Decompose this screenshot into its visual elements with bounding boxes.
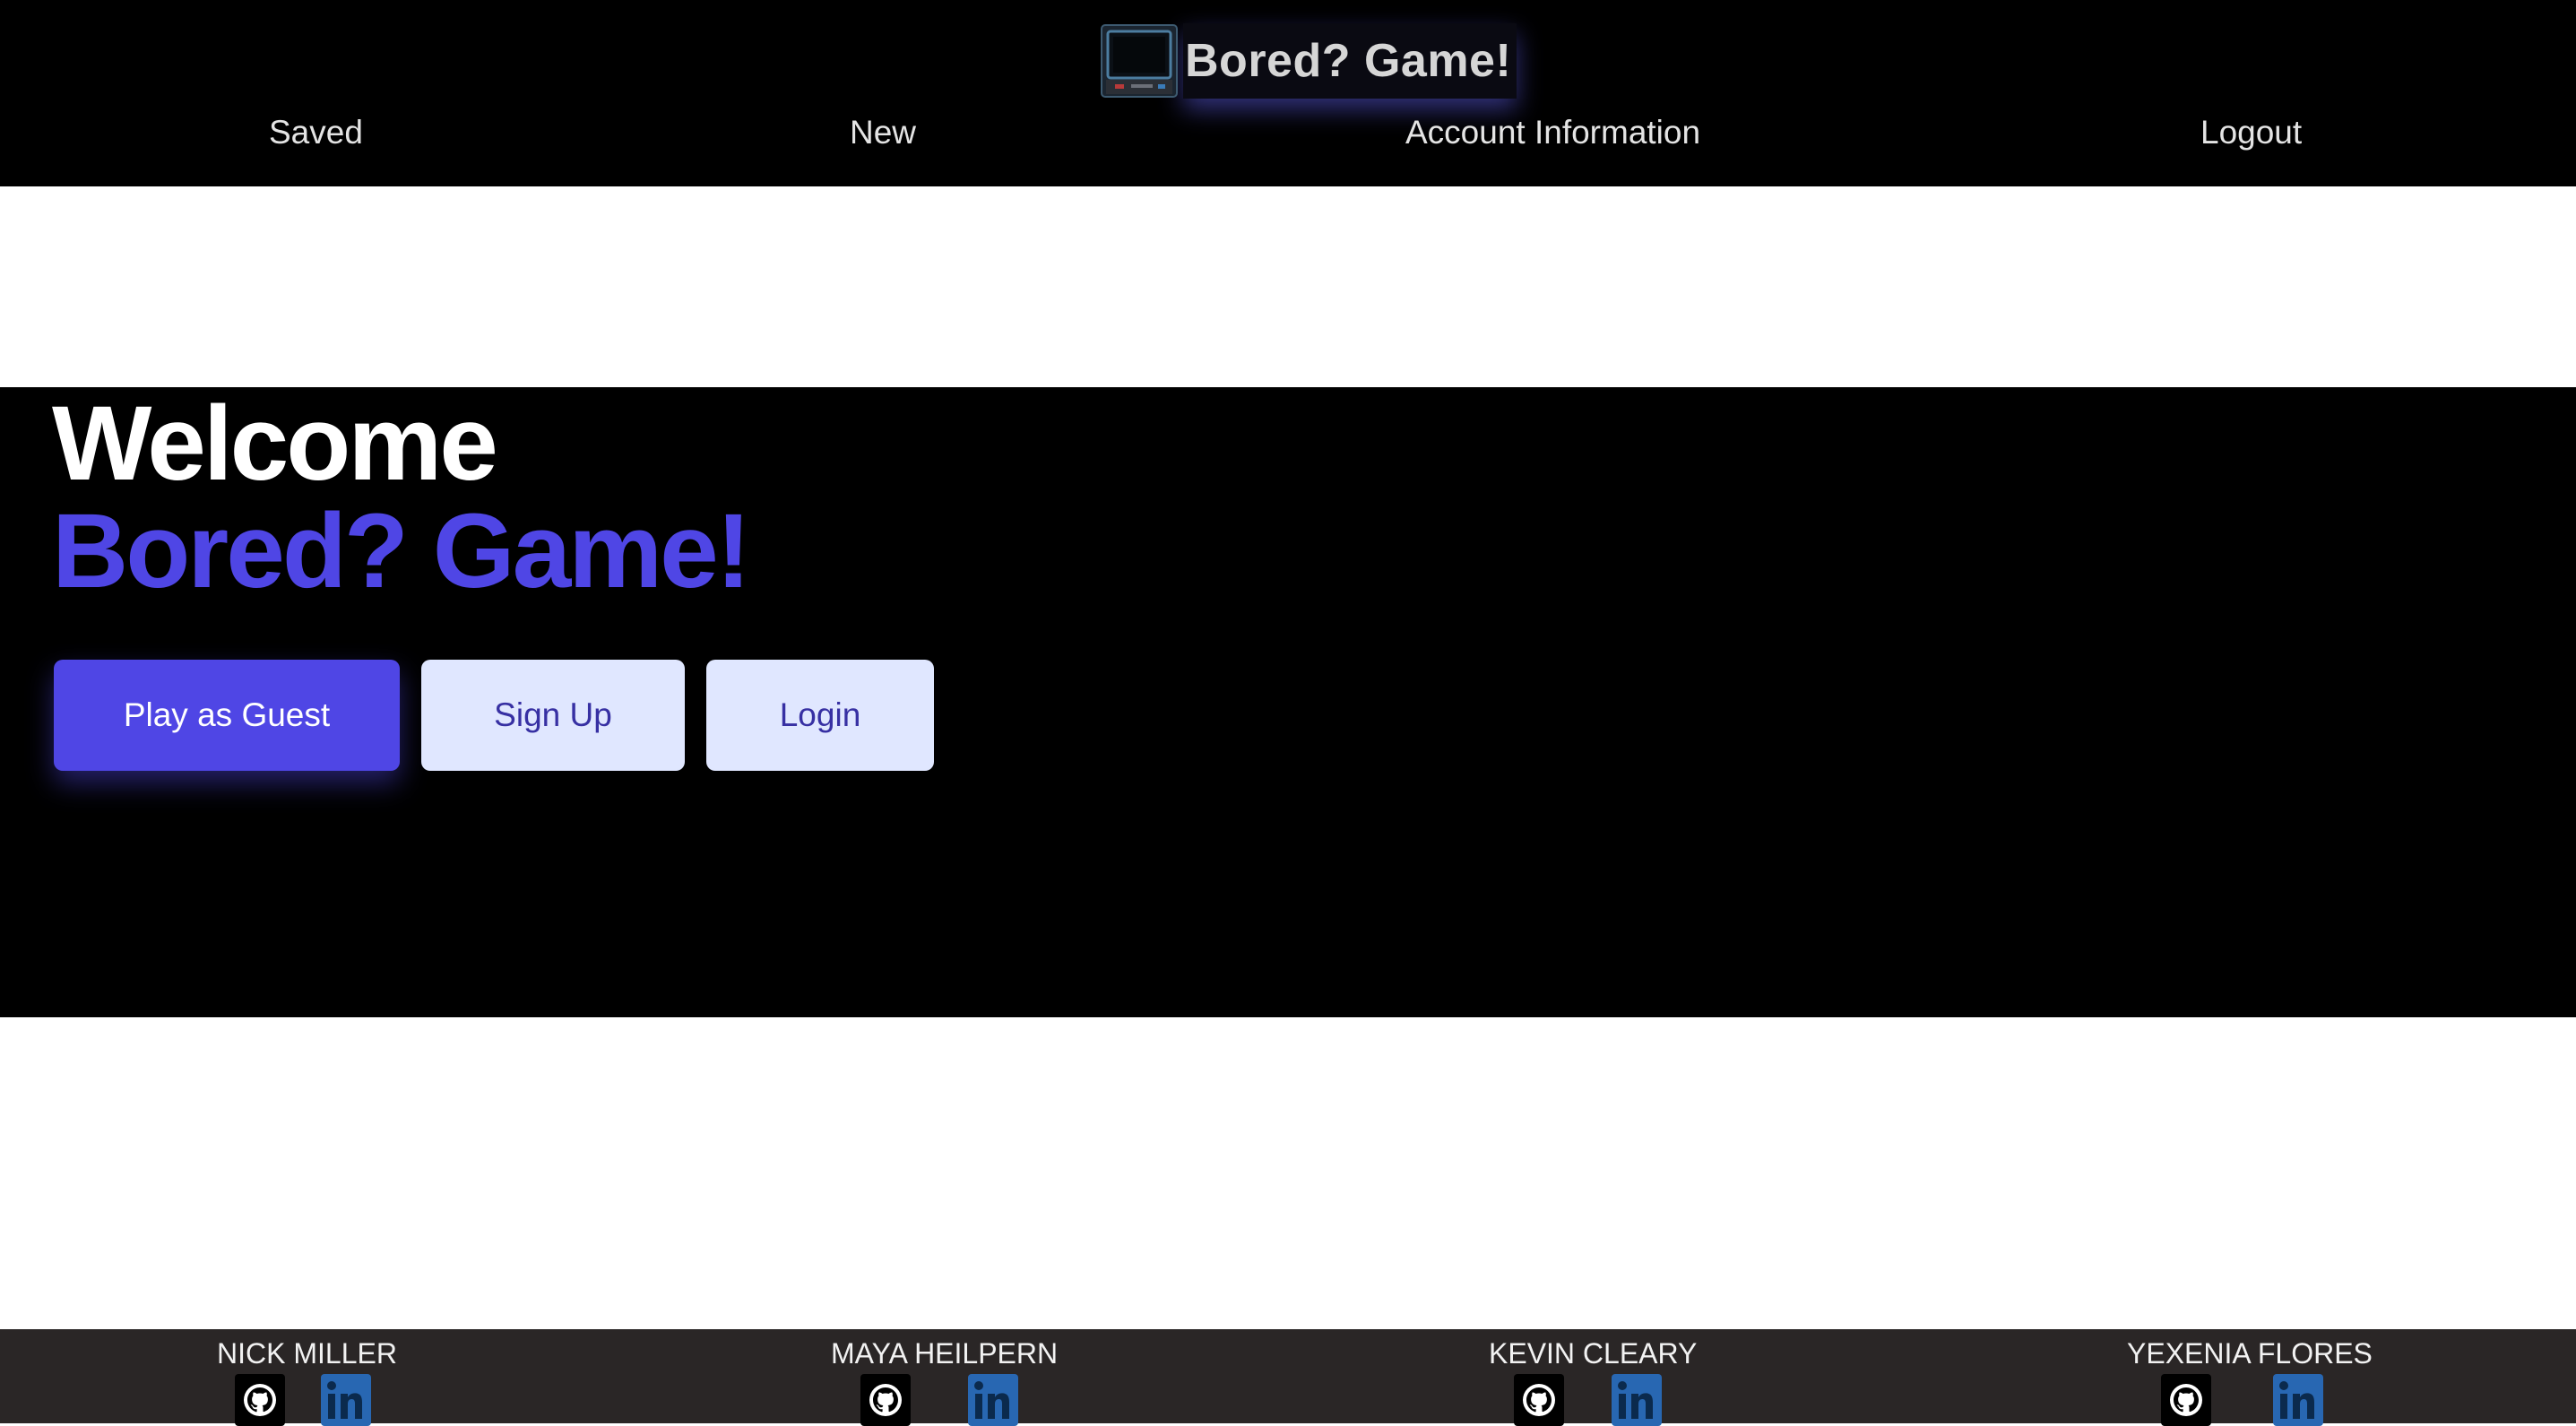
play-as-guest-button[interactable]: Play as Guest	[54, 660, 400, 771]
brand-title[interactable]: Bored? Game!	[1183, 23, 1517, 99]
brand[interactable]: Bored? Game!	[1101, 23, 1517, 99]
hero-brand-heading: Bored? Game!	[52, 492, 751, 610]
sign-up-button[interactable]: Sign Up	[421, 660, 685, 771]
linkedin-icon[interactable]	[1612, 1374, 1662, 1426]
member-name: KEVIN CLEARY	[1489, 1337, 1698, 1370]
github-icon[interactable]	[2161, 1374, 2211, 1426]
main-nav: Saved New Account Information Logout	[0, 106, 2576, 160]
site-header: Bored? Game! Saved New Account Informati…	[0, 0, 2576, 186]
member-name: NICK MILLER	[217, 1337, 397, 1370]
site-footer: NICK MILLER MAYA HEILPERN KEVIN CLEARY Y…	[0, 1329, 2576, 1426]
linkedin-icon[interactable]	[968, 1374, 1018, 1426]
nav-account-information-link[interactable]: Account Information	[1405, 106, 1700, 160]
nav-new-link[interactable]: New	[850, 106, 916, 160]
member-name: YEXENIA FLORES	[2127, 1337, 2373, 1370]
nav-logout-link[interactable]: Logout	[2200, 106, 2302, 160]
linkedin-icon[interactable]	[2273, 1374, 2323, 1426]
github-icon[interactable]	[860, 1374, 911, 1426]
github-icon[interactable]	[1514, 1374, 1564, 1426]
member-name: MAYA HEILPERN	[831, 1337, 1059, 1370]
login-button[interactable]: Login	[706, 660, 934, 771]
github-icon[interactable]	[235, 1374, 285, 1426]
hero-section: Welcome Bored? Game! Play as Guest Sign …	[0, 387, 2576, 1017]
welcome-heading: Welcome	[52, 385, 498, 503]
nav-saved-link[interactable]: Saved	[269, 106, 363, 160]
arcade-machine-icon[interactable]	[1101, 24, 1178, 98]
linkedin-icon[interactable]	[321, 1374, 371, 1426]
